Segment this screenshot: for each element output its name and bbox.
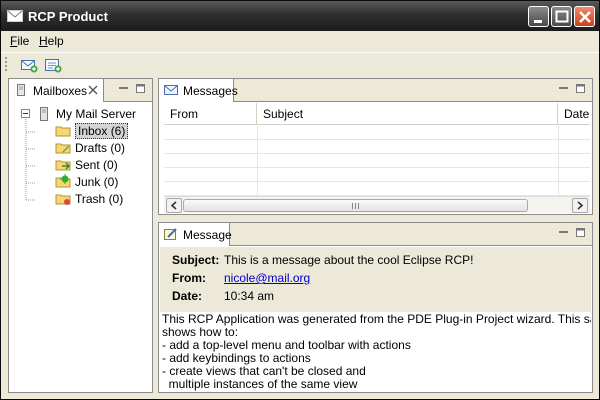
column-date[interactable]: Date <box>558 103 598 125</box>
column-divider <box>558 126 559 196</box>
minimize-view-icon[interactable] <box>119 84 129 94</box>
tree-item-sent[interactable]: Sent (0) <box>55 157 118 173</box>
open-mailbox-button[interactable] <box>19 56 39 74</box>
message-view: Message Subject: This is a message about… <box>158 222 593 393</box>
tree-item-label: Sent (0) <box>75 158 118 172</box>
mail-app-icon <box>7 10 23 22</box>
toolbar <box>1 52 599 76</box>
folder-icon <box>55 126 71 137</box>
menu-file-label: ile <box>17 34 30 48</box>
maximize-view-icon[interactable] <box>576 84 586 94</box>
tab-messages-label: Messages <box>183 84 238 98</box>
subject-value: This is a message about the cool Eclipse… <box>224 253 474 267</box>
date-label: Date: <box>172 289 203 303</box>
table-row[interactable] <box>164 126 590 140</box>
window-title: RCP Product <box>28 9 108 24</box>
mailboxes-tabbar: Mailboxes <box>9 79 152 102</box>
tree-root-label: My Mail Server <box>56 107 137 121</box>
message-tabbar: Message <box>159 223 592 246</box>
minimize-view-icon[interactable] <box>559 228 569 238</box>
maximize-view-icon[interactable] <box>576 228 586 238</box>
column-subject[interactable]: Subject <box>257 103 558 125</box>
table-row[interactable] <box>164 168 590 182</box>
close-icon[interactable] <box>88 85 98 95</box>
tree-item-label: Drafts (0) <box>75 141 126 155</box>
horizontal-scrollbar[interactable] <box>164 196 590 213</box>
from-link[interactable]: nicole@mail.org <box>224 271 310 285</box>
tree-item-junk[interactable]: Junk (0) <box>55 174 118 190</box>
minimize-icon <box>534 20 542 23</box>
arrow-left-icon <box>170 201 177 210</box>
scrollbar-grip <box>352 203 360 209</box>
tree-item-label: Junk (0) <box>75 175 119 189</box>
tab-mailboxes[interactable]: Mailboxes <box>9 79 104 102</box>
maximize-button[interactable] <box>551 6 572 27</box>
tree-item-drafts[interactable]: Drafts (0) <box>55 140 125 156</box>
scroll-right-button[interactable] <box>572 198 588 213</box>
from-label: From: <box>172 271 206 285</box>
close-icon <box>579 11 591 23</box>
mail-server-icon <box>17 84 25 96</box>
mailboxes-view: Mailboxes My Mail Server Inbox (6) Draft… <box>8 78 153 393</box>
mailbox-tree: My Mail Server Inbox (6) Drafts (0) Sent… <box>9 103 152 392</box>
messages-tabbar: Messages <box>159 79 592 102</box>
table-row[interactable] <box>164 154 590 168</box>
messages-table-header: From Subject Date <box>164 103 590 125</box>
scrollbar-thumb[interactable] <box>183 199 528 212</box>
trash-folder-icon <box>55 194 71 205</box>
column-from[interactable]: From <box>164 103 257 125</box>
message-list-icon <box>164 85 178 95</box>
column-divider <box>257 126 258 196</box>
tree-root[interactable]: My Mail Server <box>36 106 136 122</box>
table-row[interactable] <box>164 140 590 154</box>
arrow-right-icon <box>577 201 584 210</box>
app-window: RCP Product File Help Mailboxes My Mail … <box>0 0 600 400</box>
minimize-view-icon[interactable] <box>559 84 569 94</box>
scroll-left-button[interactable] <box>166 198 182 213</box>
tab-mailboxes-label: Mailboxes <box>33 84 88 98</box>
menu-help-accel: H <box>39 34 48 48</box>
menu-bar: File Help <box>1 31 599 51</box>
title-bar[interactable]: RCP Product <box>1 1 599 31</box>
toolbar-grip[interactable] <box>5 57 7 73</box>
menu-help[interactable]: Help <box>39 34 64 48</box>
mail-server-icon <box>40 107 48 121</box>
drafts-folder-icon <box>55 143 71 154</box>
open-message-button[interactable] <box>43 56 63 74</box>
tree-item-inbox[interactable]: Inbox (6) <box>55 123 129 139</box>
tab-message[interactable]: Message <box>159 223 232 246</box>
maximize-view-icon[interactable] <box>136 84 146 94</box>
messages-view: Messages From Subject Date <box>158 78 593 215</box>
open-message-icon <box>45 59 62 73</box>
tree-item-trash[interactable]: Trash (0) <box>55 191 123 207</box>
tree-item-label: Inbox (6) <box>75 123 129 139</box>
subject-label: Subject: <box>172 253 220 267</box>
tab-message-label: Message <box>183 228 232 242</box>
tab-messages[interactable]: Messages <box>159 79 238 102</box>
menu-help-label: elp <box>47 34 64 48</box>
close-button[interactable] <box>574 6 595 27</box>
sent-folder-icon <box>55 160 71 171</box>
junk-folder-icon <box>55 174 71 188</box>
compose-icon <box>164 228 177 240</box>
open-mailbox-icon <box>21 60 38 73</box>
table-row[interactable] <box>164 182 590 196</box>
maximize-icon <box>555 10 569 23</box>
messages-table <box>164 126 590 196</box>
tree-item-label: Trash (0) <box>75 192 124 206</box>
date-value: 10:34 am <box>224 289 275 303</box>
message-body[interactable]: This RCP Application was generated from … <box>160 312 591 391</box>
menu-file[interactable]: File <box>10 34 29 48</box>
minimize-button[interactable] <box>528 6 549 27</box>
